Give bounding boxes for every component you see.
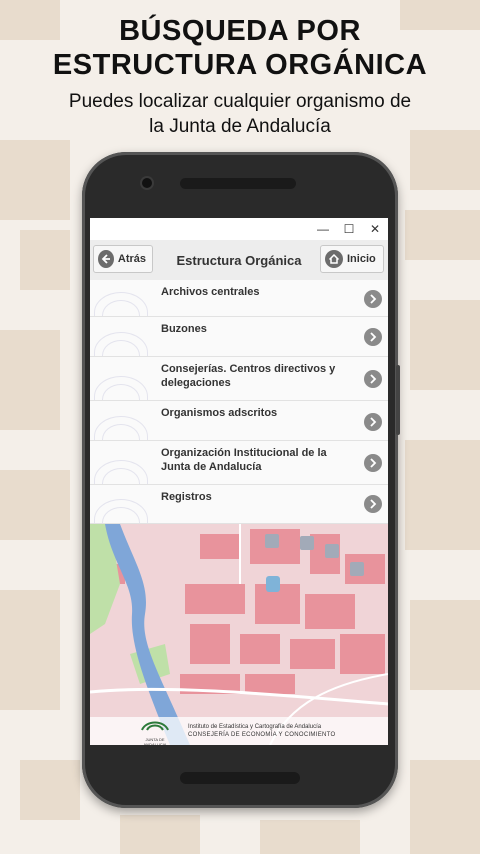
bottom-speaker-grille [180,772,300,784]
window-controls: — ☐ ✕ [90,218,388,240]
chevron-right-icon [364,328,382,346]
footer-org-text: Instituto de Estadística y Cartografía d… [188,723,335,739]
list-item-watermark [94,328,148,356]
home-button-label: Inicio [347,253,376,265]
list-item[interactable]: Buzones [90,317,388,357]
list-item-watermark [94,288,148,316]
map-drawing [90,524,388,745]
list-item[interactable]: Archivos centrales [90,280,388,317]
list-item[interactable]: Organización Institucional de la Junta d… [90,441,388,485]
footer-org-line2: CONSEJERÍA DE ECONOMÍA Y CONOCIMIENTO [188,732,336,738]
toolbar: Atrás Estructura Orgánica Inicio [90,240,388,281]
promo-title-line2: ESTRUCTURA ORGÁNICA [52,49,428,81]
chevron-right-icon [364,370,382,388]
footer-logos: JUNTA DE ANDALUCIA Instituto de Estadíst… [90,717,388,745]
page-title: Estructura Orgánica [176,252,302,268]
camera-icon [142,178,152,188]
footer-org-line1: Instituto de Estadística y Cartografía d… [188,724,322,730]
back-arrow-icon [98,250,114,268]
close-button[interactable]: ✕ [362,218,388,240]
list-item-watermark [94,456,148,484]
structure-list: Archivos centrales Buzones Consejerías. … [90,280,388,524]
list-item-label: Organización Institucional de la Junta d… [161,447,327,473]
city-map[interactable]: JUNTA DE ANDALUCIA Instituto de Estadíst… [90,524,388,745]
list-item-label: Organismos adscritos [161,407,278,419]
speaker-grille [180,178,296,189]
list-item[interactable]: Consejerías. Centros directivos y delega… [90,357,388,401]
minimize-button[interactable]: — [310,218,336,240]
list-item[interactable]: Organismos adscritos [90,401,388,441]
junta-logo: JUNTA DE ANDALUCIA [134,716,176,746]
list-item-label: Registros [161,491,212,503]
promo-subtitle-line2: la Junta de Andalucía [149,116,331,137]
junta-logo-text: JUNTA DE ANDALUCIA [143,736,167,746]
chevron-right-icon [364,290,382,308]
list-item-watermark [94,412,148,440]
chevron-right-icon [364,413,382,431]
back-button[interactable]: Atrás [93,245,153,273]
chevron-right-icon [364,454,382,472]
list-item-label: Buzones [161,323,207,335]
list-item[interactable]: Registros [90,485,388,524]
promo-subtitle: Puedes localizar cualquier organismo de … [0,89,480,139]
list-item-watermark [94,495,148,523]
list-item-label: Consejerías. Centros directivos y delega… [161,363,336,389]
phone-side-button [396,365,400,435]
maximize-button[interactable]: ☐ [336,218,362,240]
promo-title-line1: BÚSQUEDA POR [119,15,361,47]
chevron-right-icon [364,495,382,513]
promo-title: BÚSQUEDA POR ESTRUCTURA ORGÁNICA [0,14,480,82]
home-icon [325,250,343,268]
list-item-label: Archivos centrales [161,286,260,298]
app-screen: — ☐ ✕ Atrás Estructura Orgánica Inicio A… [90,218,388,745]
junta-logo-icon [141,721,169,731]
list-item-watermark [94,372,148,400]
promo-subtitle-line1: Puedes localizar cualquier organismo de [68,91,412,112]
home-button[interactable]: Inicio [320,245,384,273]
back-button-label: Atrás [117,253,146,265]
